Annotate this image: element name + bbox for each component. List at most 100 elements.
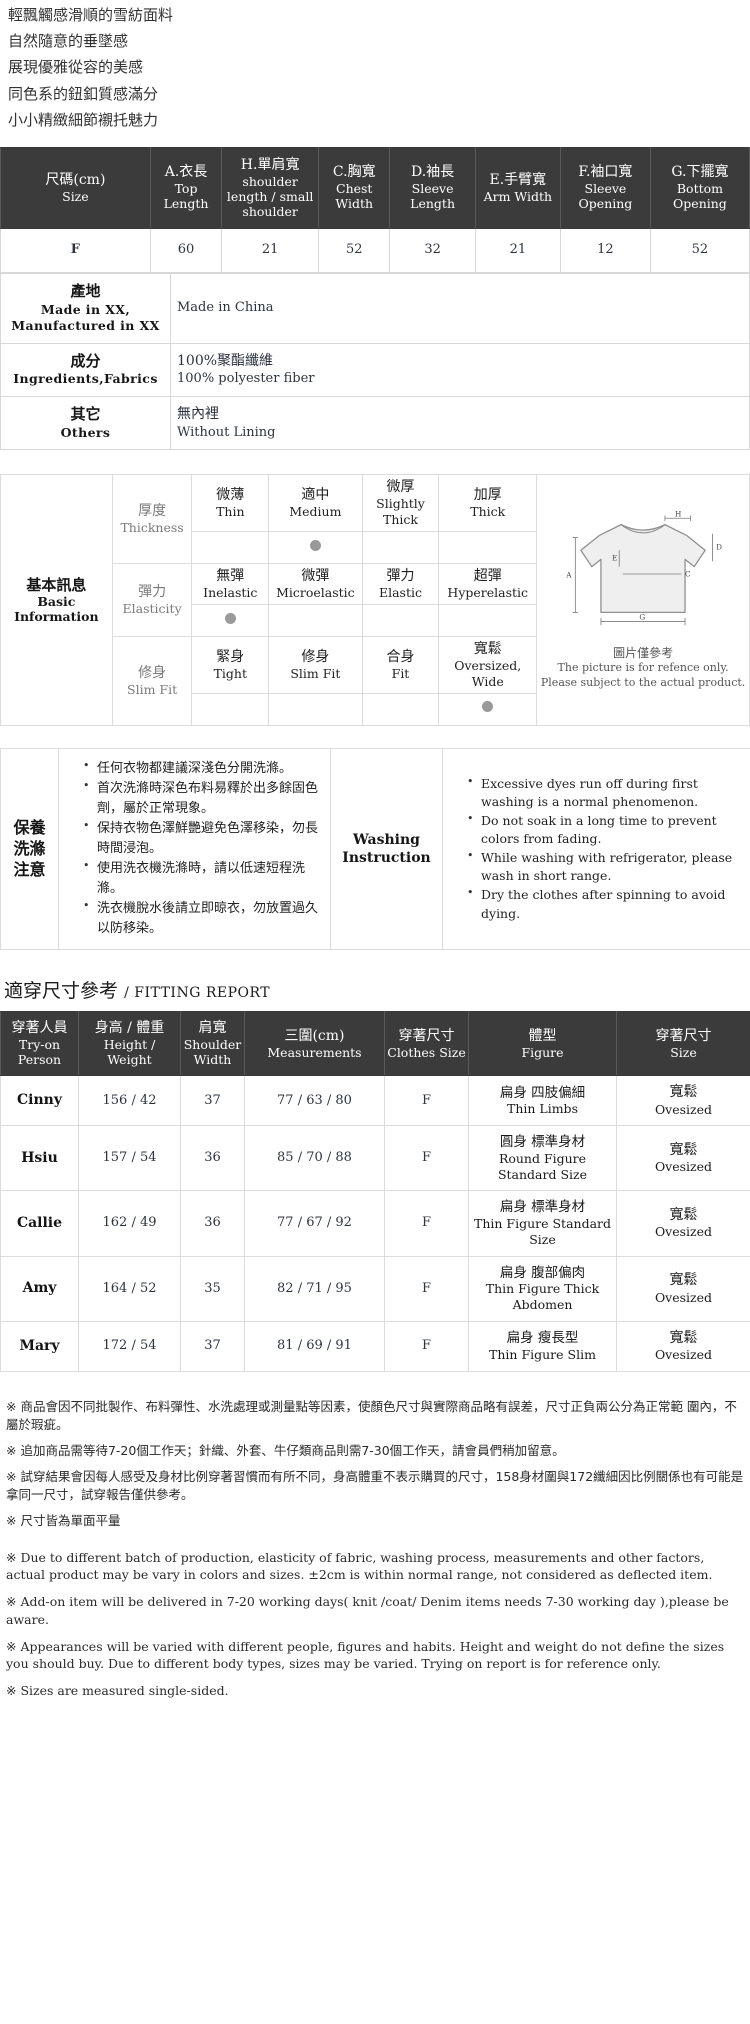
- option-inelastic: 無彈 Inelastic: [191, 562, 270, 606]
- option-microelastic: 微彈 Microelastic: [268, 562, 363, 606]
- mark-slim-fit: [268, 692, 363, 726]
- option-elastic: 彈力 Elastic: [361, 562, 440, 606]
- basic-information-title: 基本訊息 Basic Information: [0, 474, 113, 726]
- fitting-shoulder: 37: [180, 1075, 245, 1127]
- fitting-worn-size: 寬鬆 Ovesized: [616, 1125, 750, 1192]
- diagram-label-H: H: [675, 510, 681, 518]
- washing-list-cn: 任何衣物都建議深淺色分開洗滌。 首次洗滌時深色布料易釋於出多餘固色劑，屬於正常現…: [58, 747, 331, 951]
- note-line: ※ Appearances will be varied with differ…: [6, 1638, 725, 1672]
- table-row-origin: 產地 Made in XX, Manufactured in XX Made i…: [0, 272, 750, 344]
- fitting-measurements: 82 / 71 / 95: [244, 1255, 385, 1322]
- footer-notes-en: ※ Due to different batch of production, …: [6, 1549, 744, 1700]
- washing-list-en: Excessive dyes run off during first wash…: [442, 747, 750, 951]
- basic-row-thickness-options: 基本訊息 Basic Information 厚度 Thickness 微薄 T…: [0, 474, 750, 726]
- washing-items-en: Excessive dyes run off during first wash…: [451, 774, 742, 923]
- table-row: 保養洗滌注意 任何衣物都建議深淺色分開洗滌。 首次洗滌時深色布料易釋於出多餘固色…: [0, 747, 750, 951]
- note-line: ※ 試穿結果會因每人感受及身材比例穿著習慣而有所不同，身高體重不表示購買的尺寸，…: [6, 1469, 744, 1503]
- table-row: Callie 162 / 49 36 77 / 67 / 92 F 扁身 標準身…: [0, 1190, 750, 1257]
- list-item: While washing with refrigerator, please …: [467, 848, 742, 885]
- fitting-worn-size: 寬鬆 Ovesized: [616, 1320, 750, 1372]
- info-value-origin: Made in China: [170, 272, 750, 344]
- size-header-cell: F.袖口寬 Sleeve Opening: [559, 146, 651, 229]
- size-cell-value: 32: [389, 227, 476, 273]
- table-row: Cinny 156 / 42 37 77 / 63 / 80 F 扁身 四肢偏細…: [0, 1075, 750, 1127]
- option-medium: 適中 Medium: [268, 474, 363, 532]
- product-spec-page: 輕飄觸感滑順的雪紡面料 自然隨意的垂墜感 展現優雅從容的美感 同色系的鈕釦質感滿…: [0, 0, 750, 1719]
- option-thick: 加厚 Thick: [438, 474, 538, 532]
- fitting-shoulder: 36: [180, 1190, 245, 1257]
- fitting-header-cell: 穿著尺寸 Size: [616, 1011, 750, 1077]
- note-line: ※ Due to different batch of production, …: [6, 1549, 713, 1583]
- fitting-worn-size: 寬鬆 Ovesized: [616, 1255, 750, 1322]
- size-cell-value: 60: [149, 227, 223, 273]
- intro-description: 輕飄觸感滑順的雪紡面料 自然隨意的垂墜感 展現優雅從容的美感 同色系的鈕釦質感滿…: [0, 0, 750, 147]
- note-line: ※ Sizes are measured single-sided.: [6, 1683, 229, 1699]
- footer-notes-cn: ※ 商品會因不同批製作、布料彈性、水洗處理或測量點等因素，使顏色尺寸與實際商品略…: [6, 1398, 744, 1531]
- fitting-header-cell: 體型 Figure: [468, 1011, 617, 1077]
- basic-information-section: 基本訊息 Basic Information 厚度 Thickness 微薄 T…: [0, 474, 750, 726]
- mark-hyperelastic: [438, 604, 538, 638]
- info-label-fabric: 成分 Ingredients,Fabrics: [0, 342, 171, 397]
- intro-line: 展現優雅從容的美感: [8, 58, 144, 77]
- fitting-height-weight: 157 / 54: [78, 1125, 181, 1192]
- option-slim-fit: 修身 Slim Fit: [268, 636, 363, 694]
- fitting-height-weight: 172 / 54: [78, 1320, 181, 1372]
- mark-thick: [438, 530, 538, 564]
- size-header-cell: D.袖長 Sleeve Length: [389, 146, 476, 229]
- option-thin: 微薄 Thin: [191, 474, 270, 532]
- fitting-clothes-size: F: [384, 1320, 469, 1372]
- fitting-table-header-row: 穿著人員 Try-on Person 身高 / 體重 Height / Weig…: [0, 1011, 750, 1077]
- fitting-shoulder: 35: [180, 1255, 245, 1322]
- size-cell-value: 21: [474, 227, 561, 273]
- fitting-height-weight: 164 / 52: [78, 1255, 181, 1322]
- selected-dot: [224, 612, 236, 624]
- option-slightly-thick: 微厚 Slightly Thick: [361, 474, 440, 532]
- attribute-name-thickness: 厚度 Thickness: [111, 474, 193, 564]
- fitting-worn-size: 寬鬆 Ovesized: [616, 1075, 750, 1127]
- washing-label-cn: 保養洗滌注意: [0, 747, 59, 951]
- fitting-clothes-size: F: [384, 1255, 469, 1322]
- info-value-fabric: 100%聚酯纖維 100% polyester fiber: [170, 342, 750, 397]
- size-cell-value: 21: [221, 227, 320, 273]
- fitting-header-cell: 身高 / 體重 Height / Weight: [78, 1011, 181, 1077]
- washing-items-cn: 任何衣物都建議深淺色分開洗滌。 首次洗滌時深色布料易釋於出多餘固色劑，屬於正常現…: [67, 758, 322, 939]
- mark-elastic: [361, 604, 440, 638]
- option-hyperelastic: 超彈 Hyperelastic: [438, 562, 538, 606]
- list-item: 保持衣物色澤鮮艷避免色澤移染，勿長時間浸泡。: [83, 818, 322, 858]
- fitting-measurements: 77 / 63 / 80: [244, 1075, 385, 1127]
- size-cell-value: 52: [318, 227, 391, 273]
- table-row: Mary 172 / 54 37 81 / 69 / 91 F 扁身 瘦長型 T…: [0, 1320, 750, 1372]
- intro-line: 同色系的鈕釦質感滿分: [8, 84, 159, 103]
- table-row-fabric: 成分 Ingredients,Fabrics 100%聚酯纖維 100% pol…: [0, 342, 750, 397]
- fitting-figure: 扁身 標準身材 Thin Figure Standard Size: [468, 1190, 617, 1257]
- footer-notes: ※ 商品會因不同批製作、布料彈性、水洗處理或測量點等因素，使顏色尺寸與實際商品略…: [0, 1398, 750, 1700]
- diagram-label-G: G: [639, 612, 645, 621]
- mark-tight: [191, 692, 270, 726]
- diagram-label-D: D: [716, 542, 722, 551]
- note-line: ※ 尺寸皆為單面平量: [6, 1513, 121, 1529]
- fitting-measurements: 85 / 70 / 88: [244, 1125, 385, 1192]
- size-cell-code: F: [0, 227, 151, 273]
- list-item: Excessive dyes run off during first wash…: [467, 774, 742, 811]
- diagram-label-E: E: [612, 553, 617, 562]
- table-row: Amy 164 / 52 35 82 / 71 / 95 F 扁身 腹部偏肉 T…: [0, 1255, 750, 1322]
- fitting-figure: 扁身 四肢偏細 Thin Limbs: [468, 1075, 617, 1127]
- intro-line: 自然隨意的垂墜感: [8, 32, 129, 51]
- intro-line: 輕飄觸感滑順的雪紡面料: [8, 6, 174, 24]
- list-item: Do not soak in a long time to prevent co…: [467, 811, 742, 848]
- fitting-header-cell: 肩寬 Shoulder Width: [180, 1011, 245, 1077]
- size-header-cell: A.衣長 Top Length: [149, 146, 223, 229]
- fitting-report-title-cn: 適穿尺寸參考: [4, 980, 119, 1003]
- size-measurement-table: 尺碼(cm) Size A.衣長 Top Length H.單肩寬 should…: [0, 146, 750, 273]
- option-fit: 合身 Fit: [361, 636, 440, 694]
- fitting-figure: 扁身 腹部偏肉 Thin Figure Thick Abdomen: [468, 1255, 617, 1322]
- selected-dot: [309, 539, 321, 551]
- size-header-cell: C.胸寬 Chest Width: [318, 146, 391, 229]
- attribute-name-slim-fit: 修身 Slim Fit: [111, 636, 193, 726]
- fitting-measurements: 77 / 67 / 92: [244, 1190, 385, 1257]
- mark-microelastic: [268, 604, 363, 638]
- fitting-figure: 扁身 瘦長型 Thin Figure Slim: [468, 1320, 617, 1372]
- note-line: ※ 商品會因不同批製作、布料彈性、水洗處理或測量點等因素，使顏色尺寸與實際商品略…: [6, 1398, 737, 1432]
- table-row: Hsiu 157 / 54 36 85 / 70 / 88 F 圓身 標準身材 …: [0, 1125, 750, 1192]
- size-header-cell: 尺碼(cm) Size: [0, 146, 151, 229]
